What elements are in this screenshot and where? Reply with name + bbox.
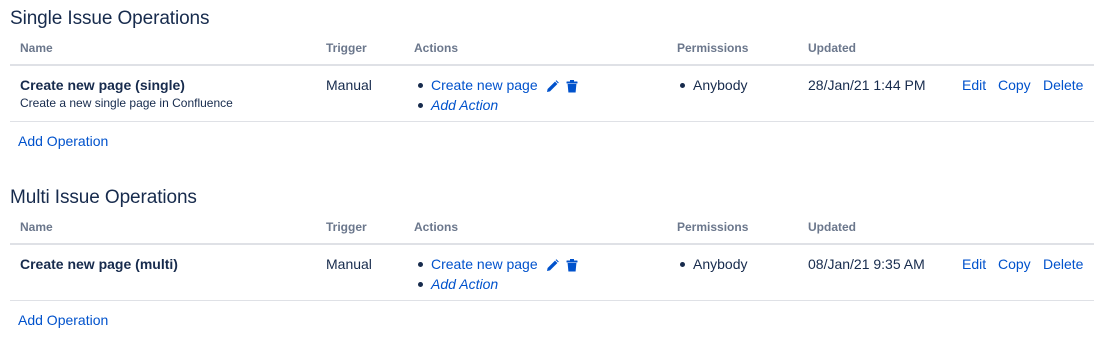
permission-item: Anybody [680, 256, 747, 272]
trash-icon[interactable] [566, 79, 578, 93]
column-header-trigger: Trigger [326, 220, 367, 234]
add-action-item: Add Action [418, 97, 498, 113]
pencil-icon[interactable] [546, 79, 559, 93]
copy-link[interactable]: Copy [998, 256, 1031, 272]
column-header-actions: Actions [414, 220, 459, 234]
permission-value: Anybody [693, 77, 748, 93]
updated-timestamp: 28/Jan/21 1:44 PM [808, 77, 926, 93]
column-header-permissions: Permissions [677, 220, 749, 234]
bullet [418, 102, 423, 108]
bullet [418, 261, 423, 267]
add-action-link[interactable]: Add Action [431, 276, 498, 292]
trash-icon[interactable] [566, 258, 578, 272]
table-header: Name Trigger Actions Permissions Updated [10, 34, 1094, 66]
edit-link[interactable]: Edit [962, 77, 986, 93]
action-link-create-new-page[interactable]: Create new page [431, 77, 538, 93]
operation-trigger: Manual [326, 77, 372, 93]
bullet [680, 82, 685, 88]
table-row: Create new page (multi) Manual Create ne… [10, 245, 1094, 301]
add-action-link[interactable]: Add Action [431, 97, 498, 113]
permission-item: Anybody [680, 77, 747, 93]
bullet [680, 261, 685, 267]
table-row: Create new page (single) Create a new si… [10, 66, 1094, 122]
delete-link[interactable]: Delete [1043, 77, 1083, 93]
copy-link[interactable]: Copy [998, 77, 1031, 93]
add-action-item: Add Action [418, 276, 498, 292]
bullet [418, 82, 423, 88]
column-header-actions: Actions [414, 41, 459, 55]
section-title: Single Issue Operations [10, 8, 210, 29]
section-title: Multi Issue Operations [10, 187, 197, 208]
column-header-name: Name [20, 220, 53, 234]
operation-trigger: Manual [326, 256, 372, 272]
action-link-create-new-page[interactable]: Create new page [431, 256, 538, 272]
delete-link[interactable]: Delete [1043, 256, 1083, 272]
edit-link[interactable]: Edit [962, 256, 986, 272]
add-operation-link[interactable]: Add Operation [18, 312, 108, 328]
bullet [418, 281, 423, 287]
operation-name: Create new page (multi) [20, 256, 178, 272]
add-operation-link[interactable]: Add Operation [18, 133, 108, 149]
column-header-updated: Updated [808, 220, 856, 234]
column-header-updated: Updated [808, 41, 856, 55]
action-item: Create new page [418, 256, 578, 272]
permission-value: Anybody [693, 256, 748, 272]
action-item: Create new page [418, 77, 578, 93]
operation-description: Create a new single page in Confluence [20, 96, 233, 110]
column-header-trigger: Trigger [326, 41, 367, 55]
column-header-permissions: Permissions [677, 41, 749, 55]
operation-name: Create new page (single) [20, 77, 185, 93]
pencil-icon[interactable] [546, 258, 559, 272]
column-header-name: Name [20, 41, 53, 55]
table-header: Name Trigger Actions Permissions Updated [10, 213, 1094, 245]
updated-timestamp: 08/Jan/21 9:35 AM [808, 256, 925, 272]
